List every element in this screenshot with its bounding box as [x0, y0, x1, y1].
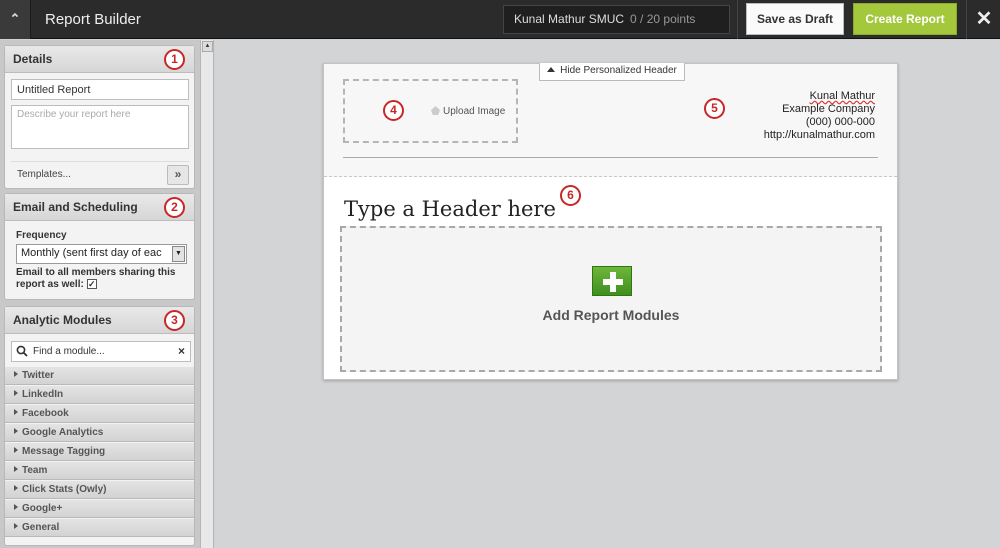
module-label: Click Stats (Owly) — [22, 484, 107, 495]
callout-badge: 4 — [383, 100, 404, 121]
frequency-value: Monthly (sent first day of eac — [21, 247, 162, 259]
caret-right-icon — [14, 409, 18, 415]
module-item-general[interactable]: General — [5, 518, 194, 537]
divider — [737, 0, 738, 39]
modules-title: Analytic Modules — [13, 313, 112, 327]
module-label: Team — [22, 465, 48, 476]
frequency-label: Frequency — [16, 230, 67, 241]
contact-company: Example Company — [782, 103, 875, 115]
triangle-up-icon — [547, 67, 556, 72]
module-item-google-plus[interactable]: Google+ — [5, 499, 194, 518]
caret-right-icon — [14, 390, 18, 396]
caret-right-icon — [14, 504, 18, 510]
module-list: Twitter LinkedIn Facebook Google Analyti… — [5, 366, 194, 537]
scroll-up-arrow-icon[interactable]: ▲ — [202, 41, 213, 52]
callout-badge: 6 — [560, 185, 581, 206]
module-label: LinkedIn — [22, 389, 64, 400]
callout-badge: 2 — [164, 197, 185, 218]
module-label: Facebook — [22, 408, 69, 419]
modules-panel-header[interactable]: Analytic Modules 3 — [5, 307, 194, 334]
module-item-twitter[interactable]: Twitter — [5, 366, 194, 385]
email-scheduling-panel: Email and Scheduling 2 Frequency Monthly… — [4, 193, 195, 300]
add-modules-label[interactable]: Add Report Modules — [342, 307, 880, 323]
module-label: General — [22, 522, 60, 533]
module-label: Twitter — [22, 370, 55, 381]
templates-row[interactable]: Templates... » — [11, 161, 189, 187]
caret-right-icon — [14, 523, 18, 529]
header-divider — [343, 157, 878, 158]
module-drop-zone[interactable]: Add Report Modules — [340, 226, 882, 372]
callout-badge: 3 — [164, 310, 185, 331]
hide-header-button[interactable]: Hide Personalized Header — [539, 63, 685, 81]
caret-right-icon — [14, 485, 18, 491]
sidebar-scrollbar[interactable]: ▲ — [200, 40, 214, 548]
callout-badge: 5 — [704, 98, 725, 119]
analytic-modules-panel: Analytic Modules 3 Find a module... × Tw… — [4, 306, 195, 546]
report-canvas: 4 Upload Image 5 Kunal Mathur Example Co… — [215, 40, 1000, 548]
share-email-option: Email to all members sharing this report… — [16, 267, 186, 291]
divider — [966, 0, 967, 39]
search-icon — [16, 345, 28, 357]
templates-label: Templates... — [17, 169, 71, 180]
caret-right-icon — [14, 371, 18, 377]
app-title: Report Builder — [45, 11, 141, 28]
module-item-linkedin[interactable]: LinkedIn — [5, 385, 194, 404]
close-icon[interactable]: ✕ — [968, 0, 1000, 39]
contact-name: Kunal Mathur — [809, 90, 875, 102]
module-label: Message Tagging — [22, 446, 106, 457]
module-item-message-tagging[interactable]: Message Tagging — [5, 442, 194, 461]
contact-phone: (000) 000-000 — [805, 116, 875, 128]
share-email-checkbox[interactable]: ✓ — [86, 279, 97, 290]
caret-right-icon — [14, 466, 18, 472]
add-plus-icon[interactable] — [592, 266, 632, 296]
clear-icon[interactable]: × — [178, 344, 185, 358]
points-indicator: Kunal Mathur SMUC 0 / 20 points — [503, 5, 730, 34]
sidebar: Details 1 Untitled Report Describe your … — [0, 40, 200, 548]
report-name-input[interactable]: Untitled Report — [11, 79, 189, 100]
upload-icon — [431, 106, 440, 115]
caret-right-icon — [14, 428, 18, 434]
chevron-up-icon[interactable]: ⌃ — [0, 0, 31, 39]
report-page: 4 Upload Image 5 Kunal Mathur Example Co… — [323, 63, 898, 380]
account-name: Kunal Mathur SMUC — [514, 12, 625, 26]
module-search[interactable]: Find a module... × — [11, 341, 191, 362]
search-input[interactable]: Find a module... — [33, 346, 105, 357]
contact-info[interactable]: Kunal Mathur Example Company (000) 000-0… — [764, 90, 875, 142]
callout-badge: 1 — [164, 49, 185, 70]
caret-right-icon — [14, 447, 18, 453]
module-item-click-stats[interactable]: Click Stats (Owly) — [5, 480, 194, 499]
report-description-field[interactable]: Describe your report here — [11, 105, 189, 149]
details-panel-header[interactable]: Details 1 — [5, 46, 194, 73]
contact-url: http://kunalmathur.com — [763, 129, 875, 141]
email-panel-header[interactable]: Email and Scheduling 2 — [5, 194, 194, 221]
report-heading[interactable]: Type a Header here — [344, 197, 556, 221]
points-count: 0 / 20 points — [630, 12, 696, 26]
module-label: Google Analytics — [22, 427, 104, 438]
module-label: Google+ — [22, 503, 63, 514]
module-item-team[interactable]: Team — [5, 461, 194, 480]
upload-image-label[interactable]: Upload Image — [431, 106, 505, 117]
frequency-select[interactable]: Monthly (sent first day of eac ▼ — [16, 244, 187, 264]
create-report-button[interactable]: Create Report — [853, 3, 957, 35]
save-draft-button[interactable]: Save as Draft — [746, 3, 844, 35]
module-item-facebook[interactable]: Facebook — [5, 404, 194, 423]
module-item-google-analytics[interactable]: Google Analytics — [5, 423, 194, 442]
details-panel: Details 1 Untitled Report Describe your … — [4, 45, 195, 189]
details-title: Details — [13, 52, 53, 66]
email-title: Email and Scheduling — [13, 200, 138, 214]
upload-image-dropzone[interactable]: 4 Upload Image — [343, 79, 518, 143]
top-bar: ⌃ Report Builder Kunal Mathur SMUC 0 / 20… — [0, 0, 1000, 39]
templates-expand-button[interactable]: » — [167, 165, 189, 185]
chevron-down-icon[interactable]: ▼ — [172, 246, 185, 262]
